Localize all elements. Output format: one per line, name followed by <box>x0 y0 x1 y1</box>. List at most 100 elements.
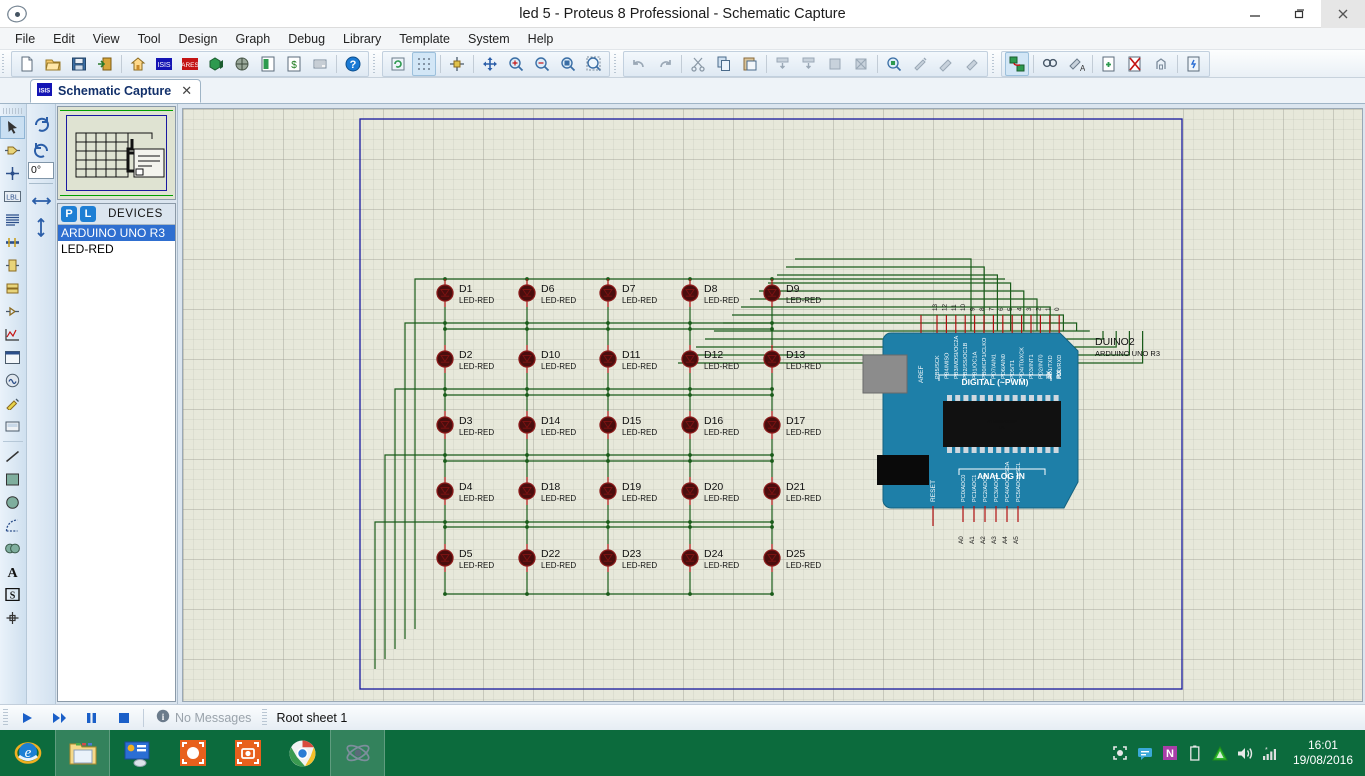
design-explorer-icon[interactable] <box>256 52 280 76</box>
message-area[interactable]: i No Messages <box>148 709 259 726</box>
led-body[interactable] <box>518 284 536 302</box>
led-body[interactable] <box>763 482 781 500</box>
decompose-icon[interactable] <box>960 52 984 76</box>
pick-device-icon[interactable] <box>882 52 906 76</box>
path-icon[interactable] <box>0 537 25 560</box>
led-body[interactable] <box>518 416 536 434</box>
taskbar-screen-recorder[interactable] <box>165 730 220 776</box>
led-body[interactable] <box>681 284 699 302</box>
undo-icon[interactable] <box>627 52 651 76</box>
menu-item-template[interactable]: Template <box>390 30 459 48</box>
schematic-sheet[interactable]: D1LED-REDD6LED-REDD7LED-REDD8LED-REDD9LE… <box>183 109 1358 701</box>
led-body[interactable] <box>436 284 454 302</box>
menu-item-tool[interactable]: Tool <box>129 30 170 48</box>
network-tray-icon[interactable]: * <box>1262 745 1279 762</box>
menu-item-graph[interactable]: Graph <box>226 30 279 48</box>
3d-view-icon[interactable] <box>204 52 228 76</box>
isis-icon[interactable]: ISIS <box>152 52 176 76</box>
search-tag-icon[interactable] <box>1038 52 1062 76</box>
led-component[interactable]: D22LED-RED <box>518 544 576 572</box>
probe-icon[interactable] <box>0 392 25 415</box>
paste-icon[interactable] <box>738 52 762 76</box>
text-script-mode[interactable] <box>0 208 25 231</box>
led-component[interactable]: D10LED-RED <box>518 345 576 373</box>
led-component[interactable]: D12LED-RED <box>681 345 739 373</box>
wire-segment[interactable] <box>795 258 972 331</box>
led-body[interactable] <box>681 482 699 500</box>
led-body[interactable] <box>436 350 454 368</box>
pan-icon[interactable] <box>478 52 502 76</box>
led-body[interactable] <box>518 350 536 368</box>
new-file-icon[interactable] <box>15 52 39 76</box>
generator-mode[interactable] <box>0 369 25 392</box>
led-body[interactable] <box>436 482 454 500</box>
volume-tray-icon[interactable] <box>1237 745 1254 762</box>
block-move-icon[interactable] <box>797 52 821 76</box>
home-icon[interactable] <box>126 52 150 76</box>
terminals-mode[interactable] <box>0 277 25 300</box>
schematic-canvas[interactable]: D1 LED-RED D6 LED-RED D7 LED-RED D8 LED-RED D9 LE… <box>182 108 1363 702</box>
zoom-all-icon[interactable] <box>556 52 580 76</box>
wire-autorouter-icon[interactable] <box>1005 51 1029 76</box>
menu-item-edit[interactable]: Edit <box>44 30 84 48</box>
avg-tray-icon[interactable] <box>1212 745 1229 762</box>
import-export-icon[interactable] <box>93 52 117 76</box>
menu-item-debug[interactable]: Debug <box>279 30 334 48</box>
led-component[interactable]: D21LED-RED <box>763 477 821 505</box>
rotation-angle-field[interactable]: 0° <box>28 162 54 179</box>
redraw-icon[interactable] <box>386 52 410 76</box>
led-component[interactable]: D6LED-RED <box>518 279 576 307</box>
led-body[interactable] <box>763 284 781 302</box>
overview-thumbnail[interactable] <box>57 106 176 200</box>
device-item-arduino-uno-r3[interactable]: ARDUINO UNO R3 <box>58 225 175 241</box>
block-rotate-icon[interactable] <box>823 52 847 76</box>
zoom-area-icon[interactable] <box>582 52 606 76</box>
taskbar-internet-explorer[interactable]: e <box>0 730 55 776</box>
copy-icon[interactable] <box>712 52 736 76</box>
tape-recorder-mode[interactable] <box>0 346 25 369</box>
wire-segment[interactable] <box>404 322 445 639</box>
property-assignment-icon[interactable]: A <box>1064 52 1088 76</box>
block-copy-icon[interactable] <box>771 52 795 76</box>
save-file-icon[interactable] <box>67 52 91 76</box>
led-body[interactable] <box>763 549 781 567</box>
led-component[interactable]: D4LED-RED <box>436 477 494 505</box>
menu-item-library[interactable]: Library <box>334 30 390 48</box>
open-file-icon[interactable] <box>41 52 65 76</box>
block-delete-icon[interactable] <box>849 52 873 76</box>
taskbar-control-panel[interactable] <box>110 730 165 776</box>
toolbar-grip-3[interactable] <box>614 53 619 74</box>
led-component[interactable]: D18LED-RED <box>518 477 576 505</box>
onenote-tray-icon[interactable]: N <box>1162 745 1179 762</box>
led-component[interactable]: D2LED-RED <box>436 345 494 373</box>
circle-icon[interactable] <box>0 491 25 514</box>
mirror-vertical-icon[interactable] <box>28 214 54 240</box>
remove-sheet-icon[interactable] <box>1123 52 1147 76</box>
selection-mode[interactable] <box>0 116 25 139</box>
zoom-out-icon[interactable] <box>530 52 554 76</box>
tool-palette-grip[interactable] <box>3 108 23 114</box>
make-device-icon[interactable] <box>908 52 932 76</box>
exit-sheet-icon[interactable] <box>1182 52 1206 76</box>
toolbar-grip-2[interactable] <box>373 53 378 74</box>
led-component[interactable]: D1LED-RED <box>436 279 494 307</box>
toggle-grid-icon[interactable] <box>412 51 436 76</box>
led-body[interactable] <box>763 416 781 434</box>
menu-item-view[interactable]: View <box>84 30 129 48</box>
mirror-horizontal-icon[interactable] <box>28 188 54 214</box>
text-a-icon[interactable]: A <box>0 560 25 583</box>
step-icon[interactable] <box>43 707 75 729</box>
toolbar-grip[interactable] <box>2 53 7 74</box>
play-icon[interactable] <box>11 707 43 729</box>
led-component[interactable]: D3LED-RED <box>436 411 494 439</box>
gerber-view-icon[interactable] <box>230 52 254 76</box>
bus-mode[interactable] <box>0 231 25 254</box>
arduino-board[interactable]: ATMEGA328PU1DIGITAL (~PWM)ANALOG INAREF P… <box>862 303 1160 544</box>
library-button[interactable]: L <box>80 206 96 222</box>
led-body[interactable] <box>599 350 617 368</box>
led-body[interactable] <box>599 549 617 567</box>
taskbar-screen-capture[interactable] <box>220 730 275 776</box>
graph-mode[interactable] <box>0 323 25 346</box>
led-body[interactable] <box>681 416 699 434</box>
led-component[interactable]: D16LED-RED <box>681 411 739 439</box>
